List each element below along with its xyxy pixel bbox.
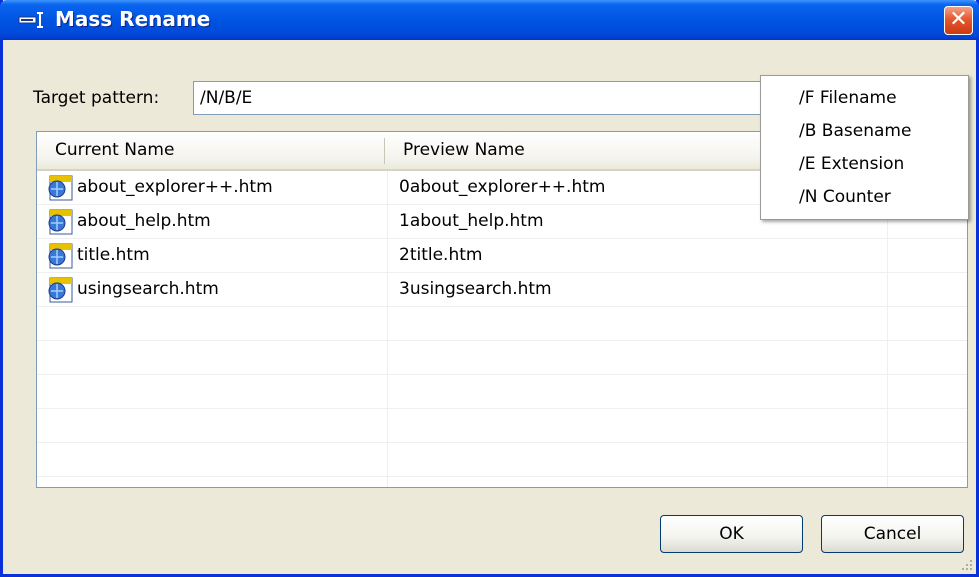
empty-row: [37, 341, 967, 375]
preview-name-cell: 2title.htm: [399, 245, 483, 265]
empty-row: [37, 375, 967, 409]
current-name-cell: about_explorer++.htm: [77, 177, 273, 197]
ok-button[interactable]: OK: [660, 515, 803, 553]
current-name-cell: title.htm: [77, 245, 150, 265]
current-name-cell: usingsearch.htm: [77, 279, 219, 299]
empty-row: [37, 307, 967, 341]
preview-name-cell: 3usingsearch.htm: [399, 279, 552, 299]
column-divider[interactable]: [384, 138, 385, 164]
close-icon: ✕: [949, 7, 968, 32]
empty-row: [37, 409, 967, 443]
column-header-current-name[interactable]: Current Name: [55, 132, 174, 169]
mass-rename-dialog: Mass Rename ✕ Target pattern: Current Na…: [0, 0, 979, 577]
empty-row: [37, 443, 967, 477]
menu-item-filename[interactable]: /F Filename: [799, 83, 897, 113]
preview-name-cell: 0about_explorer++.htm: [399, 177, 606, 197]
target-pattern-input[interactable]: [193, 81, 833, 115]
title-bar[interactable]: Mass Rename ✕: [0, 0, 979, 40]
resize-grip-icon[interactable]: [960, 558, 974, 572]
preview-name-cell: 1about_help.htm: [399, 211, 544, 231]
table-row[interactable]: usingsearch.htm 3usingsearch.htm: [37, 273, 967, 307]
close-button[interactable]: ✕: [944, 6, 973, 35]
table-row[interactable]: title.htm 2title.htm: [37, 239, 967, 273]
htm-file-icon: [48, 209, 73, 235]
menu-item-extension[interactable]: /E Extension: [799, 149, 904, 179]
menu-item-counter[interactable]: /N Counter: [799, 182, 891, 212]
htm-file-icon: [48, 243, 73, 269]
current-name-cell: about_help.htm: [77, 211, 211, 231]
column-header-preview-name[interactable]: Preview Name: [403, 132, 525, 169]
htm-file-icon: [48, 277, 73, 303]
target-pattern-label: Target pattern:: [33, 88, 160, 108]
cancel-button[interactable]: Cancel: [821, 515, 964, 553]
menu-item-basename[interactable]: /B Basename: [799, 116, 911, 146]
rename-icon: [18, 12, 43, 28]
htm-file-icon: [48, 175, 73, 201]
window-title: Mass Rename: [55, 7, 211, 31]
pattern-help-menu: /F Filename /B Basename /E Extension /N …: [760, 75, 969, 220]
